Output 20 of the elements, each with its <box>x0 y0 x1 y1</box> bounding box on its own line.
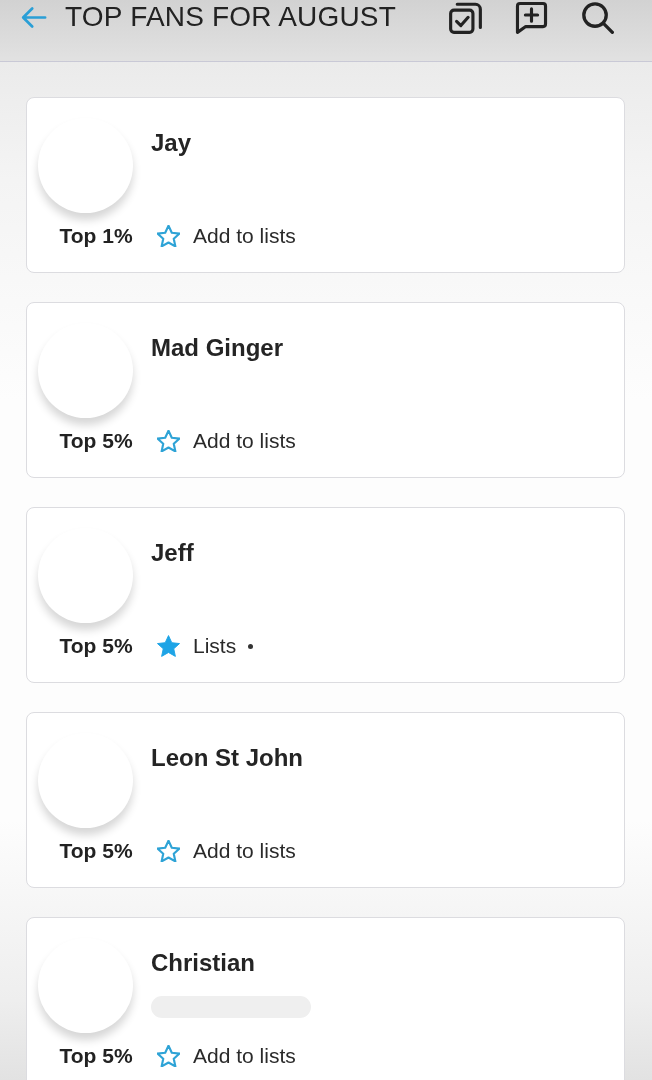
fan-name: Jay <box>151 128 192 158</box>
page-title: TOP FANS FOR AUGUST <box>65 1 397 33</box>
fan-name: Mad Ginger <box>151 333 283 363</box>
rank-label: Top 5% <box>58 1043 134 1069</box>
fan-name: Leon St John <box>151 743 303 773</box>
dot-icon <box>248 643 254 649</box>
fan-name: Jeff <box>151 538 194 568</box>
search-icon[interactable] <box>581 1 614 34</box>
lists-button[interactable]: Add to lists <box>157 426 296 456</box>
message-plus-icon[interactable] <box>515 1 548 34</box>
lists-button[interactable]: Add to lists <box>157 221 296 251</box>
lists-button[interactable]: Lists <box>157 631 237 661</box>
lists-button[interactable]: Add to lists <box>157 1041 296 1071</box>
rank-label: Top 5% <box>58 838 134 864</box>
fan-name: Christian <box>151 948 255 978</box>
lists-button[interactable]: Add to lists <box>157 836 296 866</box>
rank-label: Top 1% <box>58 223 134 249</box>
rank-label: Top 5% <box>58 428 134 454</box>
rank-label: Top 5% <box>58 633 134 659</box>
select-checkbox-icon[interactable] <box>449 1 482 34</box>
